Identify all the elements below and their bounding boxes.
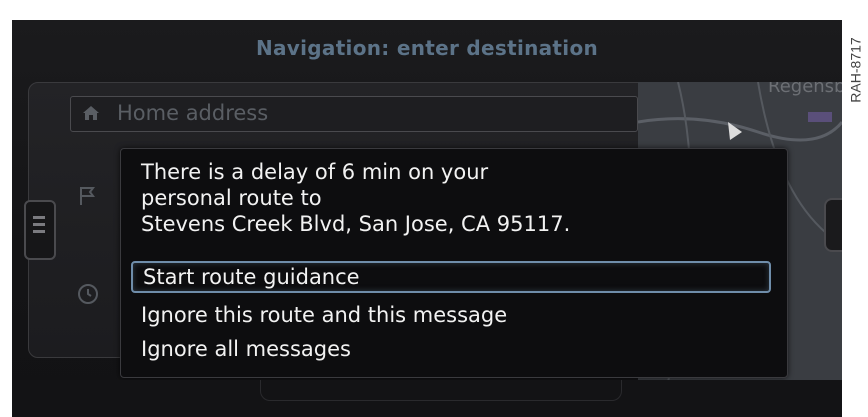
message-line-3: Stevens Creek Blvd, San Jose, CA 95117. — [141, 212, 571, 236]
figure-id-label: RAH-8717 — [845, 22, 867, 118]
ignore-route-option[interactable]: Ignore this route and this message — [131, 299, 771, 331]
infotainment-screen: Navigation: enter destination Home addre… — [12, 20, 842, 417]
map-city-label: Regensbu — [768, 82, 842, 97]
flag-icon — [80, 187, 95, 205]
handle-lines-icon — [33, 216, 45, 237]
screen-title: Navigation: enter destination — [255, 36, 599, 60]
delay-message: There is a delay of 6 min on your person… — [141, 159, 761, 237]
bottom-tab — [260, 380, 622, 401]
route-delay-dialog: There is a delay of 6 min on your person… — [120, 148, 788, 378]
left-scroll-handle[interactable] — [24, 200, 56, 260]
figure-id-text: RAH-8717 — [848, 37, 864, 103]
bottom-bar — [12, 380, 842, 417]
message-line-1: There is a delay of 6 min on your — [141, 160, 489, 184]
home-address-label: Home address — [117, 101, 269, 125]
home-icon — [83, 106, 99, 120]
home-address-item[interactable]: Home address — [70, 96, 638, 132]
history-icon — [78, 284, 98, 304]
ignore-all-messages-option[interactable]: Ignore all messages — [131, 333, 771, 365]
start-route-guidance-option[interactable]: Start route guidance — [131, 261, 771, 293]
message-line-2: personal route to — [141, 186, 322, 210]
right-scroll-handle[interactable] — [824, 198, 842, 252]
